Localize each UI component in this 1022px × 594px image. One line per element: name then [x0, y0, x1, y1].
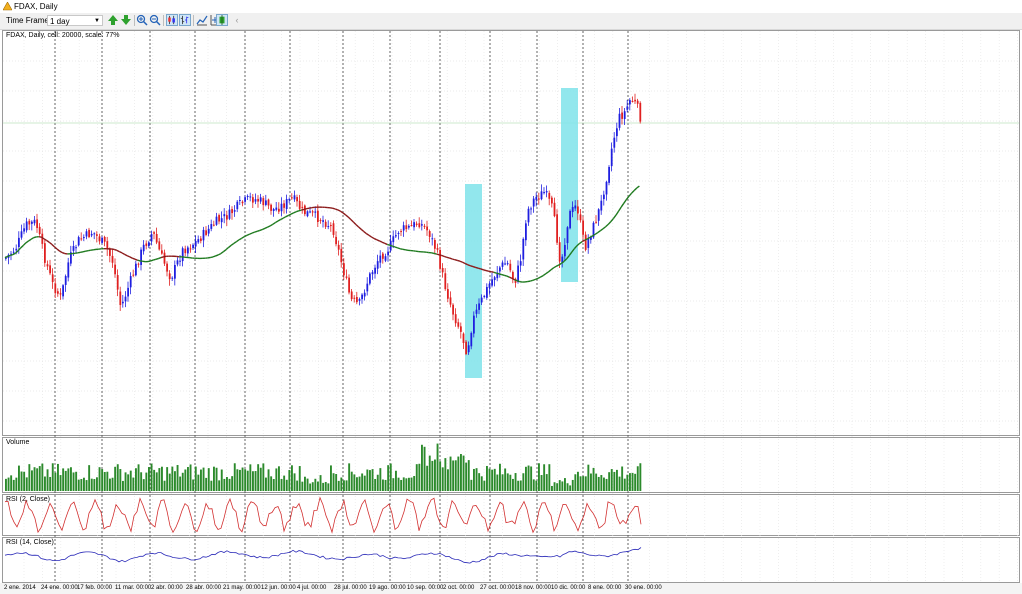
- price-pane-label: FDAX, Daily, cell: 20000, scale: 77%: [6, 32, 120, 39]
- x-tick-label: 2 ene. 2014: [4, 585, 36, 591]
- toolbar-separator: [163, 15, 164, 26]
- x-tick-label: 2 oct. 00:00: [443, 585, 475, 591]
- toolbar-separator: [193, 15, 194, 26]
- x-tick-label: 12 jun. 00:00: [261, 585, 296, 591]
- x-tick-label: 24 ene. 00:00: [41, 585, 78, 591]
- x-tick-label: 19 ago. 00:00: [369, 585, 406, 591]
- arrow-down-green-icon[interactable]: [120, 14, 132, 26]
- time-frame-label: Time Frame:: [6, 16, 52, 25]
- dropdown-arrow-icon: ▼: [94, 18, 100, 24]
- app-logo-icon: [3, 2, 12, 11]
- arrow-up-green-icon[interactable]: [107, 14, 119, 26]
- x-tick-label: 8 ene. 00:00: [588, 585, 622, 591]
- x-tick-label: 27 oct. 00:00: [480, 585, 515, 591]
- x-tick-label: 18 nov. 00:00: [515, 585, 551, 591]
- zoom-out-icon[interactable]: [149, 14, 161, 26]
- price-pane[interactable]: FDAX, Daily, cell: 20000, scale: 77%: [2, 30, 1020, 436]
- rsi14-pane-label: RSI (14, Close): [6, 539, 54, 546]
- title-bar: FDAX, Daily: [0, 0, 1022, 13]
- bar-chart-icon[interactable]: [179, 14, 191, 26]
- x-tick-label: 21 may. 00:00: [223, 585, 261, 591]
- rsi2-pane[interactable]: RSI (2, Close): [2, 494, 1020, 536]
- time-frame-value: 1 day: [50, 17, 70, 26]
- window-title: FDAX, Daily: [14, 2, 58, 11]
- zoom-in-icon[interactable]: [136, 14, 148, 26]
- line-chart-icon[interactable]: [196, 14, 208, 26]
- rsi2-pane-label: RSI (2, Close): [6, 496, 50, 503]
- x-tick-label: 17 feb. 00:00: [77, 585, 113, 591]
- x-tick-label: 28 abr. 00:00: [186, 585, 222, 591]
- chevron-left-icon[interactable]: ‹: [231, 14, 243, 26]
- x-tick-label: 10 sep. 00:00: [407, 585, 444, 591]
- toolbar-separator: [134, 15, 135, 26]
- x-tick-label: 28 jul. 00:00: [334, 585, 367, 591]
- x-tick-label: 2 abr. 00:00: [151, 585, 183, 591]
- rsi14-pane[interactable]: RSI (14, Close): [2, 537, 1020, 583]
- x-tick-label: 4 jul. 00:00: [297, 585, 327, 591]
- x-tick-label: 10 dic. 00:00: [551, 585, 586, 591]
- volume-pane[interactable]: Volume: [2, 437, 1020, 493]
- volume-pane-label: Volume: [6, 439, 30, 446]
- candlestick-chart-icon[interactable]: [166, 14, 178, 26]
- x-tick-label: 11 mar. 00:00: [115, 585, 152, 591]
- x-tick-label: 30 ene. 00:00: [625, 585, 662, 591]
- indicator-icon[interactable]: [216, 14, 228, 26]
- x-axis: 2 ene. 2014 24 ene. 00:00 17 feb. 00:00 11 …: [0, 583, 1022, 594]
- time-frame-select[interactable]: 1 day ▼: [47, 15, 103, 26]
- toolbar: Time Frame: 1 day ▼ ‹: [0, 13, 1022, 30]
